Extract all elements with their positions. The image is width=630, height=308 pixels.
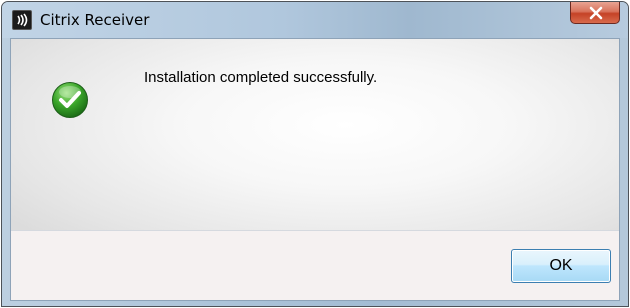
close-button[interactable] bbox=[570, 2, 620, 24]
ok-button[interactable]: OK bbox=[511, 249, 611, 283]
window-title: Citrix Receiver bbox=[40, 11, 150, 29]
dialog-window: Citrix Receiver Installation completed s… bbox=[1, 1, 629, 307]
status-message: Installation completed successfully. bbox=[144, 69, 378, 86]
button-bar: OK bbox=[11, 230, 619, 300]
citrix-receiver-icon bbox=[12, 10, 32, 30]
dialog-client-area: Installation completed successfully. OK bbox=[10, 38, 620, 301]
close-icon bbox=[589, 6, 603, 20]
title-bar[interactable]: Citrix Receiver bbox=[2, 2, 628, 38]
success-check-icon bbox=[52, 82, 88, 118]
message-area: Installation completed successfully. bbox=[11, 39, 619, 231]
